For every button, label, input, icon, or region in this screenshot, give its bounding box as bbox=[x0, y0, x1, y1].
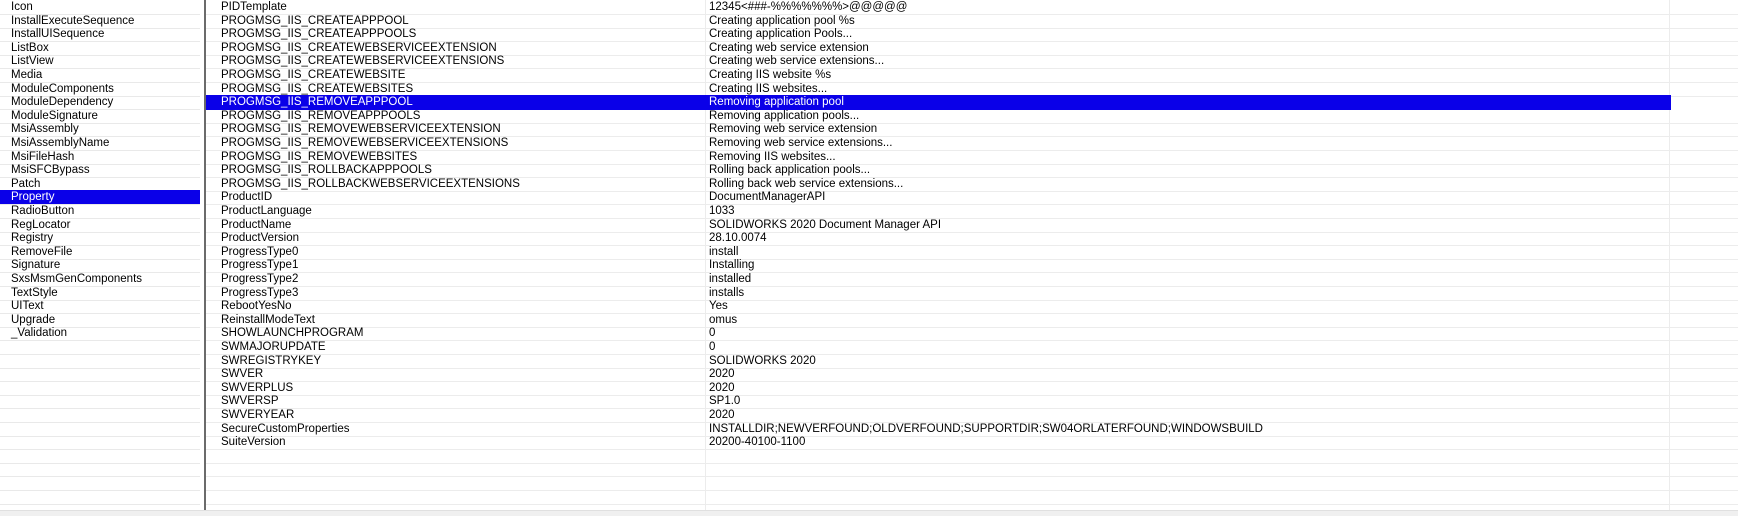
value-cell[interactable]: Creating web service extensions... bbox=[709, 54, 1669, 68]
property-cell[interactable]: PROGMSG_IIS_REMOVEAPPPOOLS bbox=[221, 109, 705, 123]
property-cell[interactable]: SuiteVersion bbox=[221, 435, 705, 449]
value-cell[interactable]: Yes bbox=[709, 299, 1669, 313]
value-cell[interactable]: 2020 bbox=[709, 381, 1669, 395]
value-cell[interactable]: Creating application Pools... bbox=[709, 27, 1669, 41]
property-cell[interactable]: SWVERYEAR bbox=[221, 408, 705, 422]
property-grid[interactable]: PIDTemplate 12345<###-%%%%%%%>@@@@@ PROGMS… bbox=[206, 0, 1738, 510]
property-cell[interactable]: SWREGISTRYKEY bbox=[221, 354, 705, 368]
property-cell[interactable]: PROGMSG_IIS_CREATEWEBSITES bbox=[221, 82, 705, 96]
property-cell[interactable]: SWVERSP bbox=[221, 394, 705, 408]
property-cell[interactable]: SWMAJORUPDATE bbox=[221, 340, 705, 354]
value-cell[interactable]: DocumentManagerAPI bbox=[709, 190, 1669, 204]
value-cell[interactable]: 1033 bbox=[709, 204, 1669, 218]
property-cell[interactable]: ProgressType2 bbox=[221, 272, 705, 286]
value-cell[interactable]: Rolling back application pools... bbox=[709, 163, 1669, 177]
value-cell[interactable]: INSTALLDIR;NEWVERFOUND;OLDVERFOUND;SUPPO… bbox=[709, 422, 1669, 436]
value-cell[interactable]: 20200-40100-1100 bbox=[709, 435, 1669, 449]
value-cell[interactable]: Removing web service extensions... bbox=[709, 136, 1669, 150]
value-cell[interactable]: installed bbox=[709, 272, 1669, 286]
property-cell[interactable]: PROGMSG_IIS_CREATEWEBSERVICEEXTENSIONS bbox=[221, 54, 705, 68]
value-cell[interactable]: Rolling back web service extensions... bbox=[709, 177, 1669, 191]
property-cell[interactable]: ProductID bbox=[221, 190, 705, 204]
value-cell[interactable]: Removing web service extension bbox=[709, 122, 1669, 136]
property-cell[interactable]: SWVER bbox=[221, 367, 705, 381]
property-cell[interactable]: SHOWLAUNCHPROGRAM bbox=[221, 326, 705, 340]
empty-row bbox=[206, 503, 1738, 510]
property-cell[interactable]: PROGMSG_IIS_CREATEAPPPOOL bbox=[221, 14, 705, 28]
value-cell[interactable]: 12345<###-%%%%%%%>@@@@@ bbox=[709, 0, 1669, 14]
property-cell[interactable]: PROGMSG_IIS_REMOVEWEBSERVICEEXTENSION bbox=[221, 122, 705, 136]
table-list-empty-row bbox=[0, 503, 200, 510]
property-cell[interactable]: PROGMSG_IIS_REMOVEWEBSERVICEEXTENSIONS bbox=[221, 136, 705, 150]
value-cell[interactable]: SP1.0 bbox=[709, 394, 1669, 408]
property-cell[interactable]: ProgressType3 bbox=[221, 286, 705, 300]
value-cell[interactable]: 0 bbox=[709, 326, 1669, 340]
property-cell[interactable]: ProgressType1 bbox=[221, 258, 705, 272]
property-cell[interactable]: ProductLanguage bbox=[221, 204, 705, 218]
value-cell[interactable]: 2020 bbox=[709, 367, 1669, 381]
tables-list[interactable]: Icon InstallExecuteSequence InstallUISeque… bbox=[0, 0, 204, 510]
value-cell[interactable]: installs bbox=[709, 286, 1669, 300]
property-cell[interactable]: PROGMSG_IIS_REMOVEAPPPOOL bbox=[221, 95, 705, 109]
value-cell[interactable]: Removing application pool bbox=[709, 95, 1669, 109]
property-cell[interactable]: ProgressType0 bbox=[221, 245, 705, 259]
property-cell[interactable]: ReinstallModeText bbox=[221, 313, 705, 327]
property-cell[interactable]: PIDTemplate bbox=[221, 0, 705, 14]
value-cell[interactable]: 28.10.0074 bbox=[709, 231, 1669, 245]
property-cell[interactable]: PROGMSG_IIS_ROLLBACKAPPPOOLS bbox=[221, 163, 705, 177]
value-cell[interactable]: 0 bbox=[709, 340, 1669, 354]
value-cell[interactable]: Creating IIS website %s bbox=[709, 68, 1669, 82]
value-cell[interactable]: Creating application pool %s bbox=[709, 14, 1669, 28]
property-cell[interactable]: PROGMSG_IIS_CREATEAPPPOOLS bbox=[221, 27, 705, 41]
value-cell[interactable]: install bbox=[709, 245, 1669, 259]
value-cell[interactable]: 2020 bbox=[709, 408, 1669, 422]
property-cell[interactable]: RebootYesNo bbox=[221, 299, 705, 313]
value-cell[interactable]: omus bbox=[709, 313, 1669, 327]
value-cell[interactable]: SOLIDWORKS 2020 bbox=[709, 354, 1669, 368]
value-cell[interactable]: Removing IIS websites... bbox=[709, 150, 1669, 164]
property-cell[interactable]: SWVERPLUS bbox=[221, 381, 705, 395]
value-cell[interactable]: Removing application pools... bbox=[709, 109, 1669, 123]
property-cell[interactable]: ProductVersion bbox=[221, 231, 705, 245]
horizontal-scrollbar[interactable] bbox=[0, 510, 1738, 516]
property-cell[interactable]: SecureCustomProperties bbox=[221, 422, 705, 436]
value-cell[interactable]: Creating IIS websites... bbox=[709, 82, 1669, 96]
value-cell[interactable]: SOLIDWORKS 2020 Document Manager API bbox=[709, 218, 1669, 232]
property-cell[interactable]: ProductName bbox=[221, 218, 705, 232]
property-cell[interactable]: PROGMSG_IIS_ROLLBACKWEBSERVICEEXTENSIONS bbox=[221, 177, 705, 191]
property-cell[interactable]: PROGMSG_IIS_CREATEWEBSITE bbox=[221, 68, 705, 82]
property-cell[interactable]: PROGMSG_IIS_CREATEWEBSERVICEEXTENSION bbox=[221, 41, 705, 55]
property-cell[interactable]: PROGMSG_IIS_REMOVEWEBSITES bbox=[221, 150, 705, 164]
value-cell[interactable]: Creating web service extension bbox=[709, 41, 1669, 55]
value-cell[interactable]: Installing bbox=[709, 258, 1669, 272]
